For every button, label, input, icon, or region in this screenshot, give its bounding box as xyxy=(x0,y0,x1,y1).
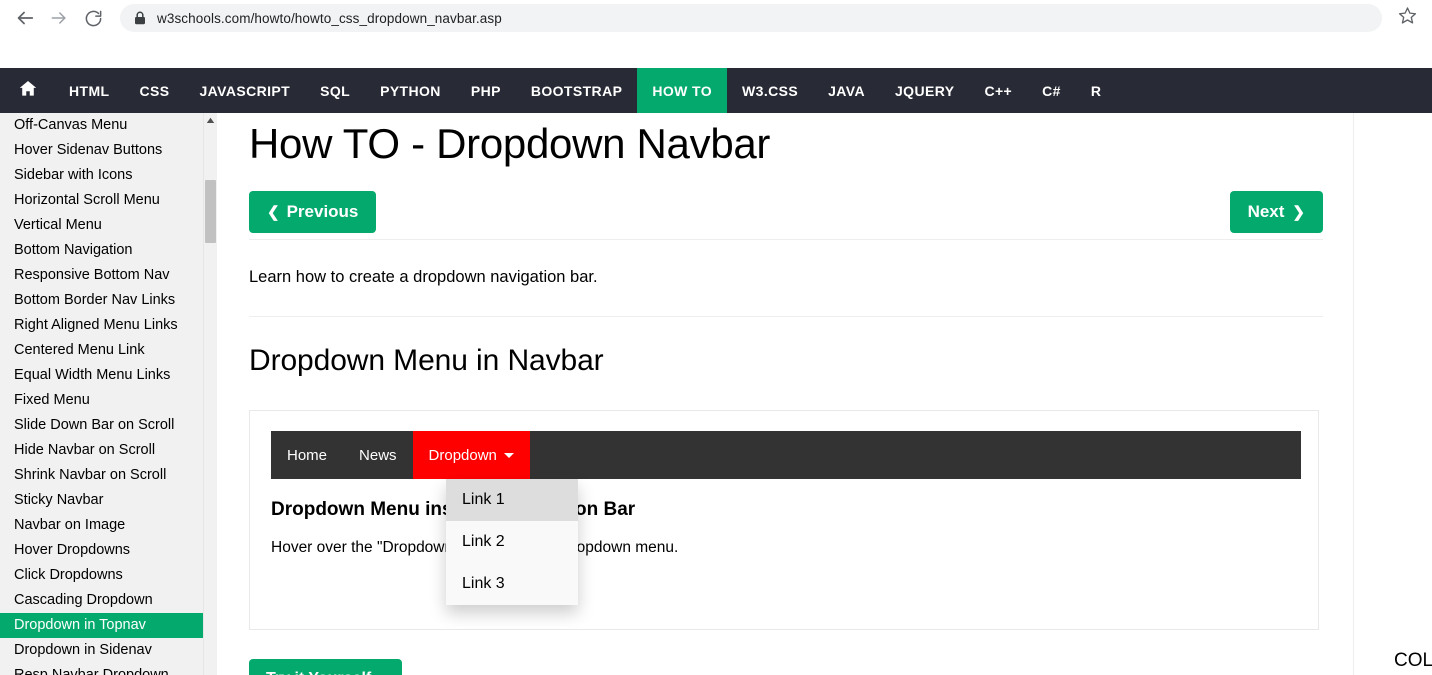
dropdown-item-list: Link 1 Link 2 Link 3 xyxy=(446,479,578,605)
sidebar-item-bottom-border-nav-links[interactable]: Bottom Border Nav Links xyxy=(0,288,203,313)
sidebar-item-off-canvas-menu[interactable]: Off-Canvas Menu xyxy=(0,113,203,138)
topnav-item-php[interactable]: PHP xyxy=(456,68,516,113)
next-button-label: Next xyxy=(1247,202,1285,222)
topnav-item-c[interactable]: C# xyxy=(1027,68,1076,113)
sidebar-item-bottom-navigation[interactable]: Bottom Navigation xyxy=(0,238,203,263)
previous-button[interactable]: ❮ Previous xyxy=(249,191,377,234)
demo-navlink-label: Home xyxy=(287,446,328,464)
sidebar-item-navbar-on-image[interactable]: Navbar on Image xyxy=(0,513,203,538)
reload-icon xyxy=(84,9,103,28)
chevron-left-icon: ❮ xyxy=(267,204,280,222)
lock-icon xyxy=(134,11,146,25)
demo-navlink-news[interactable]: News xyxy=(343,431,413,479)
topnav-item-java[interactable]: JAVA xyxy=(813,68,880,113)
demo-navbar: Home News Dropdown xyxy=(271,431,1301,480)
url-text: w3schools.com/howto/howto_css_dropdown_n… xyxy=(157,10,502,26)
previous-button-label: Previous xyxy=(286,202,359,222)
sidebar-item-responsive-bottom-nav[interactable]: Responsive Bottom Nav xyxy=(0,263,203,288)
lead-paragraph: Learn how to create a dropdown navigatio… xyxy=(249,268,598,287)
demo-navlink-dropdown[interactable]: Dropdown xyxy=(412,431,530,480)
topnav-item-jquery[interactable]: JQUERY xyxy=(880,68,969,113)
address-bar[interactable]: w3schools.com/howto/howto_css_dropdown_n… xyxy=(120,4,1382,32)
back-button[interactable] xyxy=(8,1,42,35)
demo-navlink-home[interactable]: Home xyxy=(271,431,343,479)
sidebar-item-dropdown-in-sidenav[interactable]: Dropdown in Sidenav xyxy=(0,638,203,663)
topnav-item-python[interactable]: PYTHON xyxy=(365,68,456,113)
topnav-item-javascript[interactable]: JAVASCRIPT xyxy=(184,68,305,113)
sidebar-item-slide-down-bar-on-scroll[interactable]: Slide Down Bar on Scroll xyxy=(0,413,203,438)
sidebar-item-hover-dropdowns[interactable]: Hover Dropdowns xyxy=(0,538,203,563)
main-content: How TO - Dropdown Navbar ❮ Previous Next… xyxy=(218,113,1353,675)
topnav-item-bootstrap[interactable]: BOOTSTRAP xyxy=(516,68,638,113)
page-title: How TO - Dropdown Navbar xyxy=(249,120,771,167)
sidebar-item-right-aligned-menu-links[interactable]: Right Aligned Menu Links xyxy=(0,313,203,338)
sidebar-item-fixed-menu[interactable]: Fixed Menu xyxy=(0,388,203,413)
sidebar-item-horizontal-scroll-menu[interactable]: Horizontal Scroll Menu xyxy=(0,188,203,213)
demo-navlink-label: News xyxy=(359,446,397,464)
sidebar-item-cascading-dropdown[interactable]: Cascading Dropdown xyxy=(0,588,203,613)
home-icon xyxy=(18,79,38,103)
topnav-item-w3-css[interactable]: W3.CSS xyxy=(727,68,813,113)
topnav-item-css[interactable]: CSS xyxy=(124,68,184,113)
dropdown-item-link-3[interactable]: Link 3 xyxy=(446,563,578,605)
topnav-home-link[interactable] xyxy=(0,68,54,113)
topnav-item-c[interactable]: C++ xyxy=(969,68,1027,113)
sidebar-item-shrink-navbar-on-scroll[interactable]: Shrink Navbar on Scroll xyxy=(0,463,203,488)
reload-button[interactable] xyxy=(76,1,110,35)
right-rail-partial-label[interactable]: COLOR PICKER xyxy=(1394,650,1432,672)
sidebar-item-list: Off-Canvas Menu Hover Sidenav Buttons Side… xyxy=(0,113,203,675)
tryit-row: Try it Yourself » xyxy=(249,630,1323,675)
topnav-item-html[interactable]: HTML xyxy=(54,68,124,113)
sidebar-item-equal-width-menu-links[interactable]: Equal Width Menu Links xyxy=(0,363,203,388)
sidebar-item-resp-navbar-dropdown[interactable]: Resp Navbar Dropdown xyxy=(0,663,203,675)
bookmark-button[interactable] xyxy=(1390,1,1424,35)
sidebar-item-dropdown-in-topnav[interactable]: Dropdown in Topnav xyxy=(0,613,203,638)
chevron-right-icon: ❯ xyxy=(1292,204,1305,222)
topnav-item-how-to[interactable]: HOW TO xyxy=(637,68,728,113)
dropdown-item-link-1[interactable]: Link 1 xyxy=(446,479,578,522)
section-heading: Dropdown Menu in Navbar xyxy=(249,344,604,378)
dropdown-menu: Link 1 Link 2 Link 3 xyxy=(446,479,578,606)
sidebar-item-hover-sidenav-buttons[interactable]: Hover Sidenav Buttons xyxy=(0,138,203,163)
topnav-items: HTML CSS JAVASCRIPT SQL PYTHON PHP BOOTSTRAP HO… xyxy=(54,68,1116,113)
forward-button[interactable] xyxy=(42,1,76,35)
dropdown-item-link-2[interactable]: Link 2 xyxy=(446,521,578,563)
demo-navlinks: Home News Dropdown xyxy=(271,431,530,480)
sidebar-item-sidebar-with-icons[interactable]: Sidebar with Icons xyxy=(0,163,203,188)
sidebar-item-vertical-menu[interactable]: Vertical Menu xyxy=(0,213,203,238)
scroll-up-arrow-icon xyxy=(206,111,215,129)
star-icon xyxy=(1398,6,1417,30)
browser-toolbar: w3schools.com/howto/howto_css_dropdown_n… xyxy=(0,0,1432,36)
example-demo-box: HomeNewsDropdown Dropdown Menu inside a … xyxy=(249,410,1319,631)
left-sidebar: Off-Canvas Menu Hover Sidenav Buttons Side… xyxy=(0,113,203,675)
sidebar-scroll-thumb[interactable] xyxy=(205,180,216,243)
topnav-item-r[interactable]: R xyxy=(1076,68,1117,113)
demo-navlink-label: Dropdown xyxy=(428,446,497,464)
try-it-yourself-button[interactable]: Try it Yourself » xyxy=(249,659,402,675)
sidebar-scroll-up-button[interactable] xyxy=(204,113,217,127)
sidebar-item-sticky-navbar[interactable]: Sticky Navbar xyxy=(0,488,203,513)
sidebar-item-click-dropdowns[interactable]: Click Dropdowns xyxy=(0,563,203,588)
back-arrow-icon xyxy=(14,7,36,29)
pager-row: ❮ Previous Next ❯ xyxy=(249,191,1323,239)
sidebar-item-centered-menu-link[interactable]: Centered Menu Link xyxy=(0,338,203,363)
forward-arrow-icon xyxy=(49,8,69,28)
sidebar-item-hide-navbar-on-scroll[interactable]: Hide Navbar on Scroll xyxy=(0,438,203,463)
sidebar-scrollbar[interactable] xyxy=(203,113,217,675)
right-rail xyxy=(1353,113,1432,675)
next-button[interactable]: Next ❯ xyxy=(1229,191,1323,234)
caret-down-icon xyxy=(503,452,514,458)
topnav-item-sql[interactable]: SQL xyxy=(305,68,365,113)
site-topnav: HTML CSS JAVASCRIPT SQL PYTHON PHP BOOTSTRAP HO… xyxy=(0,68,1432,113)
